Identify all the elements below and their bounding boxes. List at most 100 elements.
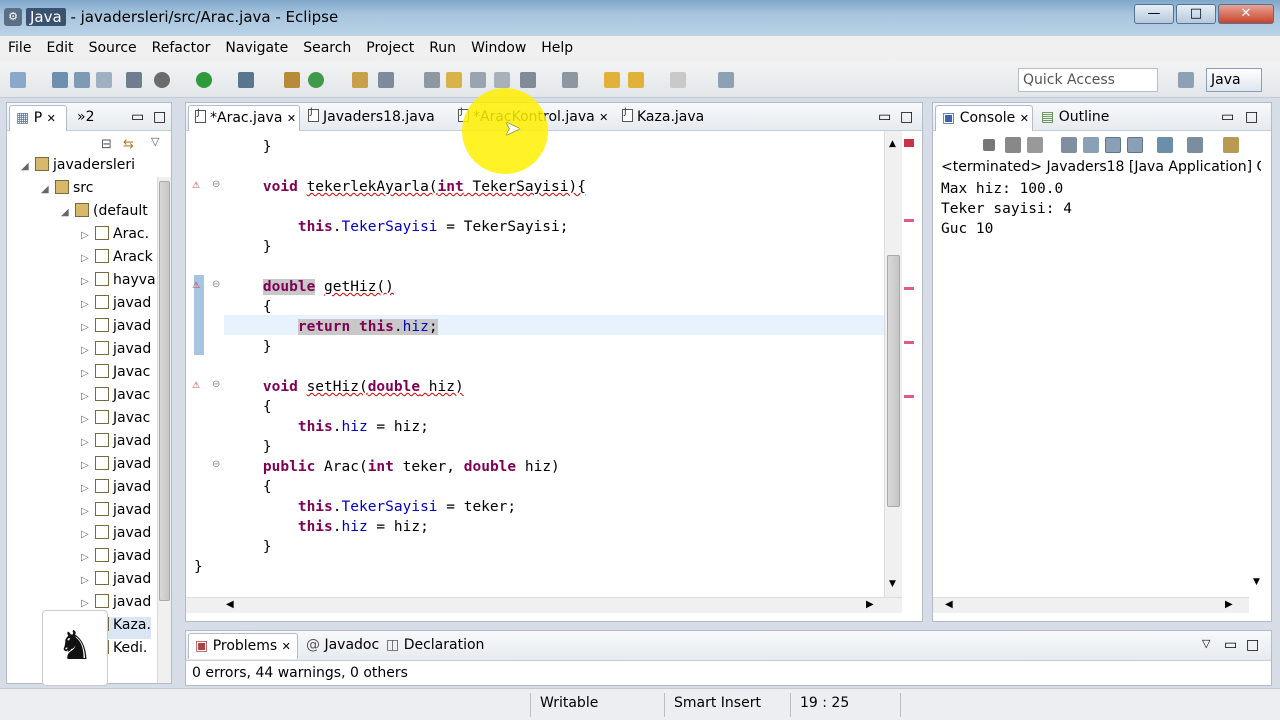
menu-help[interactable]: Help (533, 36, 580, 56)
tree-item[interactable]: ▷ hayva (81, 272, 156, 294)
open-perspective-icon[interactable] (1178, 72, 1194, 88)
back-icon[interactable] (628, 72, 644, 88)
search-icon[interactable] (378, 72, 394, 88)
tree-item[interactable]: ▷ javad (81, 571, 151, 593)
link-editor-icon[interactable]: ⇆ (123, 137, 134, 152)
show-console-icon[interactable] (1127, 137, 1143, 153)
editor-scroll-thumb[interactable] (887, 255, 900, 507)
editor-horizontal-scrollbar[interactable]: ◀ ▶ (186, 597, 902, 613)
tree-item[interactable]: ◢ src (41, 180, 93, 202)
expanded-arrow-icon[interactable]: ◢ (21, 161, 35, 172)
menu-search[interactable]: Search (295, 36, 358, 56)
remove-all-icon[interactable] (1027, 137, 1043, 153)
tab-javaders18[interactable]: Javaders18.java (302, 105, 441, 131)
toggle-breakpoint-icon[interactable] (126, 72, 142, 88)
fold-toggle-icon[interactable]: ⊖ (212, 279, 220, 290)
menu-run[interactable]: Run (421, 36, 463, 56)
collapsed-arrow-icon[interactable]: ▷ (81, 506, 95, 517)
tree-item[interactable]: ▷ Javac (81, 410, 150, 432)
fold-toggle-icon[interactable]: ⊖ (212, 459, 220, 470)
collapsed-arrow-icon[interactable]: ▷ (81, 598, 95, 609)
warning-marker[interactable] (904, 395, 914, 398)
tab-kaza[interactable]: Kaza.java (616, 105, 710, 131)
close-button[interactable]: ✕ (1218, 4, 1274, 24)
tree-item[interactable]: ▷ Arack (81, 249, 153, 271)
code-area[interactable]: ⚠ ⚠ ⚠ ⊖ ⊖ ⊖ ⊖ } void tekerlekAyarla(int … (186, 131, 904, 601)
tab-overflow[interactable]: »2 (71, 105, 100, 131)
collapsed-arrow-icon[interactable]: ▷ (81, 345, 95, 356)
scroll-lock-icon[interactable] (1083, 137, 1099, 153)
open-type-icon[interactable] (352, 72, 368, 88)
tree-scrollbar[interactable] (157, 177, 171, 683)
console-output[interactable]: Max hiz: 100.0 Teker sayisi: 4 Guc 10 (941, 181, 1072, 241)
menu-refactor[interactable]: Refactor (144, 36, 218, 56)
tree-item[interactable]: ▷ javad (81, 525, 151, 547)
collapsed-arrow-icon[interactable]: ▷ (81, 230, 95, 241)
maximize-view-icon[interactable]: □ (1239, 105, 1264, 131)
mark-occurrences-icon[interactable] (446, 72, 462, 88)
clear-console-icon[interactable] (1061, 137, 1077, 153)
collapsed-arrow-icon[interactable]: ▷ (81, 575, 95, 586)
tab-outline[interactable]: ▤ Outline (1035, 105, 1115, 131)
tab-package-explorer[interactable]: ▦ P ✕ (9, 105, 67, 131)
minimize-button[interactable]: — (1134, 4, 1174, 24)
collapse-all-icon[interactable]: ⊟ (101, 137, 112, 152)
tree-item[interactable]: ▷ Javac (81, 364, 150, 386)
tab-declaration[interactable]: ◫ Declaration (380, 633, 490, 659)
collapsed-arrow-icon[interactable]: ▷ (81, 529, 95, 540)
collapsed-arrow-icon[interactable]: ▷ (81, 552, 95, 563)
next-annotation-icon[interactable] (520, 72, 536, 88)
menu-edit[interactable]: Edit (38, 36, 80, 56)
warning-marker[interactable] (904, 341, 914, 344)
menu-file[interactable]: File (0, 36, 38, 56)
editor-vertical-scrollbar[interactable]: ▲ ▼ (884, 131, 902, 601)
menu-source[interactable]: Source (81, 36, 144, 56)
tree-item[interactable]: ▷ javad (81, 433, 151, 455)
back-arrow-icon[interactable] (604, 72, 620, 88)
fold-toggle-icon[interactable]: ⊖ (212, 379, 220, 390)
tree-item[interactable]: ▷ javad (81, 456, 151, 478)
tab-console[interactable]: ▣ Console ✕ (935, 105, 1033, 131)
scroll-left-icon[interactable]: ◀ (945, 599, 953, 610)
scroll-up-icon[interactable]: ▲ (889, 139, 896, 149)
collapsed-arrow-icon[interactable]: ▷ (81, 368, 95, 379)
tab-arac-java[interactable]: *Arac.java ✕ (188, 105, 300, 131)
close-icon[interactable]: ✕ (282, 640, 291, 653)
forward-icon[interactable] (670, 72, 686, 88)
menu-window[interactable]: Window (463, 36, 533, 56)
tab-javadoc[interactable]: @ Javadoc (300, 633, 385, 659)
view-menu-icon[interactable]: ▽ (151, 135, 159, 148)
expanded-arrow-icon[interactable]: ◢ (61, 207, 75, 218)
scroll-right-icon[interactable]: ▶ (866, 599, 874, 610)
display-console-icon[interactable] (1187, 137, 1203, 153)
view-menu-icon[interactable]: ▽ (1196, 633, 1216, 659)
save-icon[interactable] (52, 72, 68, 88)
print-icon[interactable] (96, 72, 112, 88)
collapsed-arrow-icon[interactable]: ▷ (81, 276, 95, 287)
tree-item[interactable]: ▷ Arac. (81, 226, 149, 248)
new-java-project-icon[interactable] (284, 72, 300, 88)
tab-problems[interactable]: ▣ Problems ✕ (188, 633, 298, 659)
close-icon[interactable]: ✕ (287, 112, 296, 125)
close-icon[interactable]: ✕ (47, 112, 56, 125)
tree-scroll-thumb[interactable] (159, 181, 170, 601)
warning-marker[interactable] (904, 287, 914, 290)
console-horizontal-scrollbar[interactable]: ◀ ▶ (933, 597, 1249, 613)
remove-launch-icon[interactable] (1005, 137, 1021, 153)
tree-item[interactable]: ▷ javad (81, 548, 151, 570)
warning-marker[interactable] (904, 219, 914, 222)
maximize-view-icon[interactable]: □ (147, 105, 171, 131)
collapsed-arrow-icon[interactable]: ▷ (81, 391, 95, 402)
collapsed-arrow-icon[interactable]: ▷ (81, 253, 95, 264)
tree-item[interactable]: ▷ javad (81, 295, 151, 317)
menu-project[interactable]: Project (358, 36, 421, 56)
java-perspective-button[interactable]: Java (1206, 68, 1262, 92)
close-icon[interactable]: ✕ (1020, 112, 1029, 125)
tree-item[interactable]: ▷ javad (81, 341, 151, 363)
debug-icon[interactable] (154, 72, 170, 88)
new-class-icon[interactable] (308, 72, 324, 88)
quick-access-input[interactable]: Quick Access (1018, 68, 1158, 92)
code-text[interactable]: } void tekerlekAyarla(int TekerSayisi){ … (194, 131, 586, 575)
collapsed-arrow-icon[interactable]: ▷ (81, 437, 95, 448)
minimize-view-icon[interactable]: ▭ (1215, 105, 1240, 131)
